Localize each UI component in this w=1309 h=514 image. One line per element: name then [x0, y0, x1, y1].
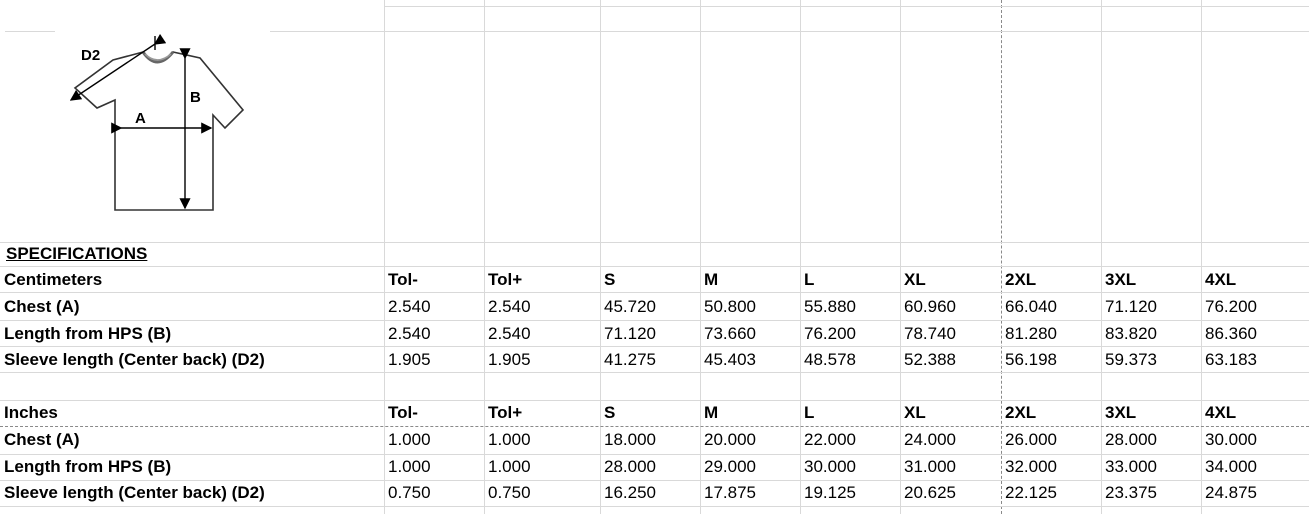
data-cell: 1.000: [388, 430, 431, 449]
data-cell: 73.660: [704, 324, 756, 343]
row-label: Chest (A): [4, 430, 80, 449]
a-label: A: [135, 110, 146, 127]
unit-header: Centimeters: [4, 270, 103, 289]
data-cell: 2.540: [488, 324, 531, 343]
row-line: [5, 31, 55, 32]
b-label: B: [190, 89, 201, 106]
data-cell: 31.000: [904, 457, 956, 476]
col-header: 4XL: [1205, 270, 1237, 289]
data-cell: 30.000: [1205, 430, 1257, 449]
col-header: 4XL: [1205, 403, 1237, 422]
data-cell: 66.040: [1005, 297, 1057, 316]
page-break-line: [0, 426, 1309, 427]
row-line: [0, 506, 1309, 507]
row-label: Length from HPS (B): [4, 324, 172, 343]
row-label: Sleeve length (Center back) (D2): [4, 350, 265, 369]
data-cell: 34.000: [1205, 457, 1257, 476]
col-header: S: [604, 270, 616, 289]
data-cell: 1.000: [488, 457, 531, 476]
col-header: 2XL: [1005, 403, 1037, 422]
data-cell: 41.275: [604, 350, 656, 369]
row-label: Length from HPS (B): [4, 457, 172, 476]
data-cell: 28.000: [1105, 430, 1157, 449]
data-cell: 1.000: [488, 430, 531, 449]
data-cell: 22.125: [1005, 483, 1057, 502]
data-cell: 63.183: [1205, 350, 1257, 369]
data-cell: 71.120: [604, 324, 656, 343]
row-line: [270, 31, 1309, 32]
col-header: Tol+: [488, 403, 523, 422]
row-line: [0, 320, 1309, 321]
data-cell: 71.120: [1105, 297, 1157, 316]
data-cell: 20.625: [904, 483, 956, 502]
data-cell: 76.200: [1205, 297, 1257, 316]
data-cell: 17.875: [704, 483, 756, 502]
col-header: Tol-: [388, 403, 418, 422]
data-cell: 83.820: [1105, 324, 1157, 343]
data-cell: 2.540: [388, 324, 431, 343]
data-cell: 1.000: [388, 457, 431, 476]
row-label: Sleeve length (Center back) (D2): [4, 483, 265, 502]
row-line: [0, 292, 1309, 293]
data-cell: 0.750: [488, 483, 531, 502]
data-cell: 16.250: [604, 483, 656, 502]
data-cell: 2.540: [488, 297, 531, 316]
row-line: [0, 372, 1309, 373]
data-cell: 23.375: [1105, 483, 1157, 502]
data-cell: 29.000: [704, 457, 756, 476]
data-cell: 19.125: [804, 483, 856, 502]
data-cell: 0.750: [388, 483, 431, 502]
data-cell: 59.373: [1105, 350, 1157, 369]
col-header: S: [604, 403, 616, 422]
col-header: 3XL: [1105, 270, 1137, 289]
d2-label: D2: [81, 47, 100, 64]
data-cell: 26.000: [1005, 430, 1057, 449]
data-cell: 45.403: [704, 350, 756, 369]
row-line: [384, 6, 1309, 7]
spreadsheet: D2 A B SPECIFICATIONS Centimeters Tol- T…: [0, 0, 1309, 514]
data-cell: 1.905: [488, 350, 531, 369]
data-cell: 45.720: [604, 297, 656, 316]
data-cell: 30.000: [804, 457, 856, 476]
data-cell: 18.000: [604, 430, 656, 449]
data-cell: 24.000: [904, 430, 956, 449]
data-cell: 22.000: [804, 430, 856, 449]
col-header: 2XL: [1005, 270, 1037, 289]
data-cell: 32.000: [1005, 457, 1057, 476]
row-line: [0, 346, 1309, 347]
data-cell: 76.200: [804, 324, 856, 343]
data-cell: 20.000: [704, 430, 756, 449]
tshirt-measurement-diagram: D2 A B: [69, 33, 245, 211]
col-header: L: [804, 403, 815, 422]
col-header: L: [804, 270, 815, 289]
data-cell: 2.540: [388, 297, 431, 316]
unit-header: Inches: [4, 403, 58, 422]
row-line: [0, 266, 1309, 267]
col-header: XL: [904, 270, 926, 289]
data-cell: 81.280: [1005, 324, 1057, 343]
data-cell: 33.000: [1105, 457, 1157, 476]
data-cell: 78.740: [904, 324, 956, 343]
row-label: Chest (A): [4, 297, 80, 316]
col-header: M: [704, 403, 719, 422]
data-cell: 24.875: [1205, 483, 1257, 502]
data-cell: 50.800: [704, 297, 756, 316]
data-cell: 55.880: [804, 297, 856, 316]
data-cell: 60.960: [904, 297, 956, 316]
section-title: SPECIFICATIONS: [6, 244, 148, 263]
data-cell: 28.000: [604, 457, 656, 476]
col-header: Tol+: [488, 270, 523, 289]
row-line: [0, 242, 1309, 243]
col-header: M: [704, 270, 719, 289]
data-cell: 48.578: [804, 350, 856, 369]
col-header: Tol-: [388, 270, 418, 289]
data-cell: 52.388: [904, 350, 956, 369]
data-cell: 86.360: [1205, 324, 1257, 343]
data-cell: 1.905: [388, 350, 431, 369]
col-header: XL: [904, 403, 926, 422]
col-header: 3XL: [1105, 403, 1137, 422]
data-cell: 56.198: [1005, 350, 1057, 369]
